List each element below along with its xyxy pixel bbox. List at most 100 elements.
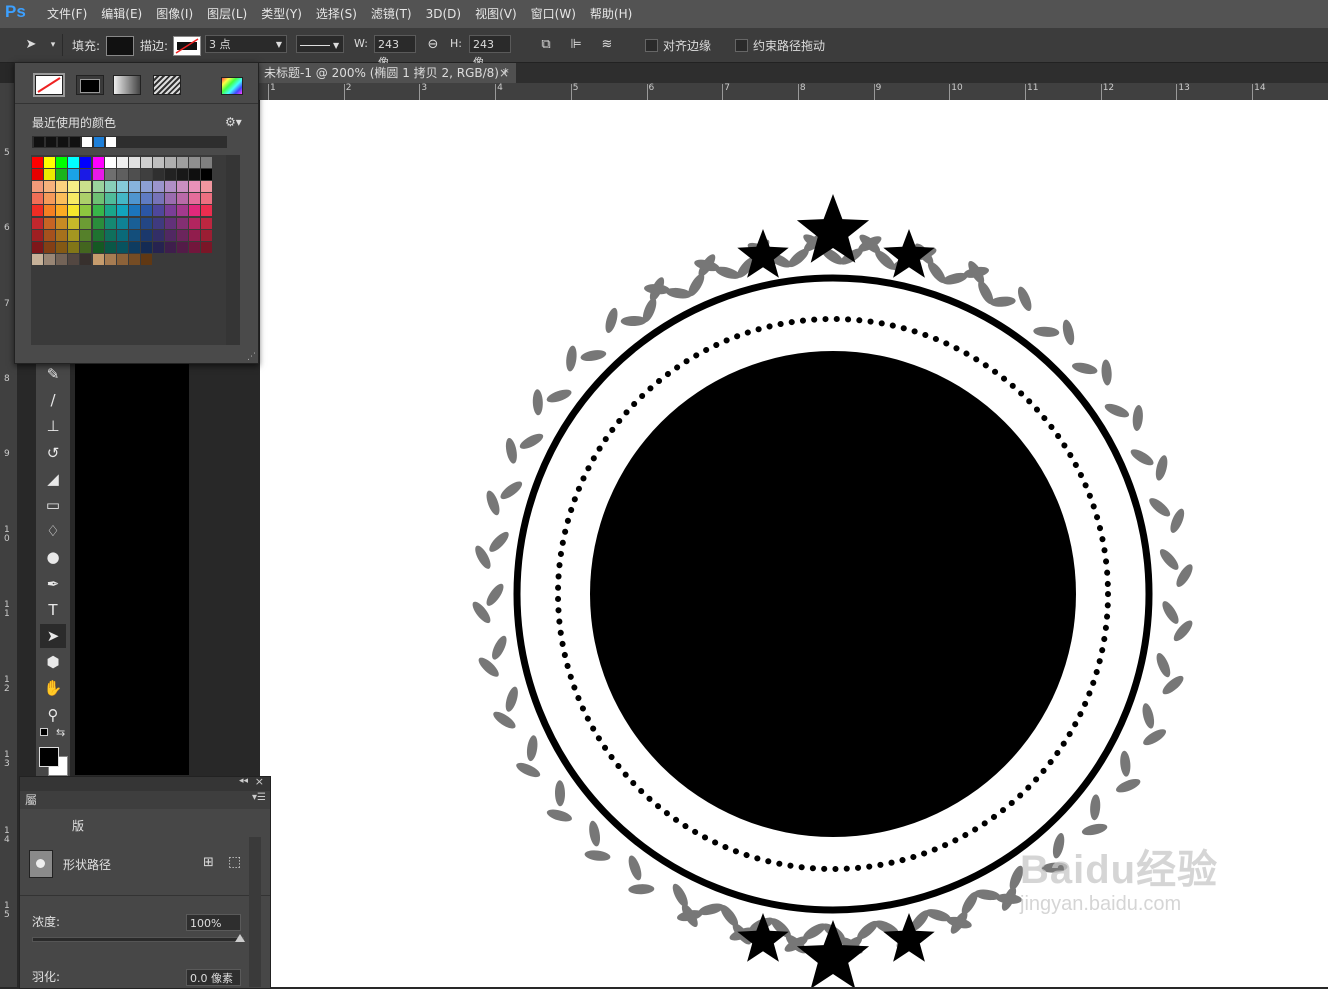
- color-swatch[interactable]: [140, 217, 152, 229]
- color-swatch[interactable]: [189, 181, 201, 193]
- color-swatch[interactable]: [116, 181, 128, 193]
- color-swatch[interactable]: [56, 193, 68, 205]
- color-swatch[interactable]: [177, 157, 189, 168]
- path-alignment-icon[interactable]: ⊫: [567, 36, 585, 54]
- color-swatch[interactable]: [153, 193, 164, 205]
- color-swatch[interactable]: [140, 181, 152, 193]
- density-slider-handle[interactable]: [235, 934, 245, 942]
- color-swatch[interactable]: [165, 181, 177, 193]
- color-swatch[interactable]: [165, 193, 177, 205]
- add-mask-icon[interactable]: ⊞: [203, 855, 214, 870]
- color-swatch[interactable]: [153, 241, 164, 253]
- fill-color-swatch[interactable]: [106, 36, 134, 56]
- type-tool-icon[interactable]: T: [40, 598, 66, 622]
- eraser-icon[interactable]: ◢: [40, 467, 66, 491]
- properties-tab-label[interactable]: 版: [72, 817, 84, 834]
- color-swatch[interactable]: [116, 217, 128, 229]
- color-swatch[interactable]: [153, 217, 164, 229]
- swap-colors-icon[interactable]: ⇆: [56, 726, 65, 739]
- color-swatch[interactable]: [68, 241, 80, 253]
- color-swatch[interactable]: [80, 181, 92, 193]
- collapse-panel-icon[interactable]: ◂◂: [239, 776, 248, 786]
- dodge-icon[interactable]: ●: [40, 545, 66, 569]
- color-swatch[interactable]: [104, 157, 116, 168]
- color-swatch[interactable]: [201, 241, 213, 253]
- color-swatch[interactable]: [140, 205, 152, 217]
- color-swatch[interactable]: [177, 205, 189, 217]
- color-swatch[interactable]: [189, 229, 201, 241]
- align-edges-checkbox[interactable]: [645, 39, 658, 52]
- hand-tool-icon[interactable]: ✋: [40, 676, 66, 700]
- foreground-color-swatch[interactable]: [39, 747, 59, 767]
- color-swatch[interactable]: [32, 193, 43, 205]
- menu-item-1[interactable]: 编辑(E): [94, 0, 149, 28]
- color-swatch[interactable]: [128, 217, 140, 229]
- color-swatch[interactable]: [92, 229, 104, 241]
- color-swatch[interactable]: [104, 241, 116, 253]
- color-swatch[interactable]: [116, 253, 128, 265]
- menu-item-4[interactable]: 类型(Y): [254, 0, 309, 28]
- color-swatch[interactable]: [128, 157, 140, 168]
- zoom-tool-icon[interactable]: ⚲: [40, 703, 66, 727]
- color-swatch[interactable]: [201, 193, 213, 205]
- gradient-icon[interactable]: ▭: [40, 493, 66, 517]
- color-swatch[interactable]: [189, 157, 201, 168]
- solid-color-button[interactable]: [76, 75, 104, 95]
- path-selection-icon[interactable]: ➤: [40, 624, 66, 648]
- recent-swatch[interactable]: [70, 137, 80, 147]
- color-swatch[interactable]: [44, 205, 56, 217]
- color-swatch[interactable]: [44, 253, 56, 265]
- color-swatch[interactable]: [68, 169, 80, 181]
- recent-swatch[interactable]: [34, 137, 44, 147]
- color-swatch[interactable]: [92, 241, 104, 253]
- blur-icon[interactable]: ♢: [40, 519, 66, 543]
- color-swatch[interactable]: [189, 205, 201, 217]
- color-swatch[interactable]: [44, 193, 56, 205]
- color-swatch[interactable]: [140, 229, 152, 241]
- color-swatch[interactable]: [32, 217, 43, 229]
- color-picker-icon[interactable]: [221, 77, 243, 95]
- color-swatch[interactable]: [189, 169, 201, 181]
- color-swatch[interactable]: [92, 157, 104, 168]
- height-field[interactable]: 243 像: [469, 35, 511, 69]
- color-swatch[interactable]: [189, 217, 201, 229]
- color-swatch[interactable]: [140, 241, 152, 253]
- color-swatch[interactable]: [68, 205, 80, 217]
- color-swatch[interactable]: [68, 253, 80, 265]
- color-swatch[interactable]: [56, 169, 68, 181]
- density-field[interactable]: 100%: [186, 914, 241, 931]
- color-swatch[interactable]: [104, 181, 116, 193]
- pen-tool-icon[interactable]: ✒: [40, 572, 66, 596]
- color-swatch[interactable]: [128, 229, 140, 241]
- menu-item-6[interactable]: 滤镜(T): [364, 0, 419, 28]
- color-swatch[interactable]: [201, 205, 213, 217]
- menu-item-3[interactable]: 图层(L): [200, 0, 254, 28]
- color-swatch[interactable]: [92, 181, 104, 193]
- color-swatch[interactable]: [116, 169, 128, 181]
- color-swatch[interactable]: [32, 241, 43, 253]
- color-swatch[interactable]: [104, 229, 116, 241]
- healing-brush-icon[interactable]: ✎: [40, 362, 66, 386]
- color-swatch[interactable]: [104, 253, 116, 265]
- color-swatch[interactable]: [153, 181, 164, 193]
- color-swatch[interactable]: [201, 169, 213, 181]
- menu-item-0[interactable]: 文件(F): [40, 0, 94, 28]
- color-swatch[interactable]: [153, 229, 164, 241]
- close-tab-icon[interactable]: ×: [499, 63, 509, 83]
- color-swatch[interactable]: [153, 157, 164, 168]
- color-swatch[interactable]: [44, 169, 56, 181]
- color-swatch[interactable]: [189, 193, 201, 205]
- color-swatch[interactable]: [32, 169, 43, 181]
- link-icon[interactable]: ⊖: [424, 36, 442, 54]
- color-swatch[interactable]: [165, 157, 177, 168]
- color-swatch[interactable]: [128, 181, 140, 193]
- color-swatch[interactable]: [201, 217, 213, 229]
- constrain-path-checkbox[interactable]: [735, 39, 748, 52]
- color-swatch[interactable]: [32, 253, 43, 265]
- color-swatch[interactable]: [104, 193, 116, 205]
- stroke-type-dropdown[interactable]: ▼: [296, 35, 344, 53]
- color-swatch[interactable]: [140, 169, 152, 181]
- recent-swatch[interactable]: [106, 137, 116, 147]
- color-swatch[interactable]: [177, 169, 189, 181]
- menu-item-9[interactable]: 窗口(W): [524, 0, 583, 28]
